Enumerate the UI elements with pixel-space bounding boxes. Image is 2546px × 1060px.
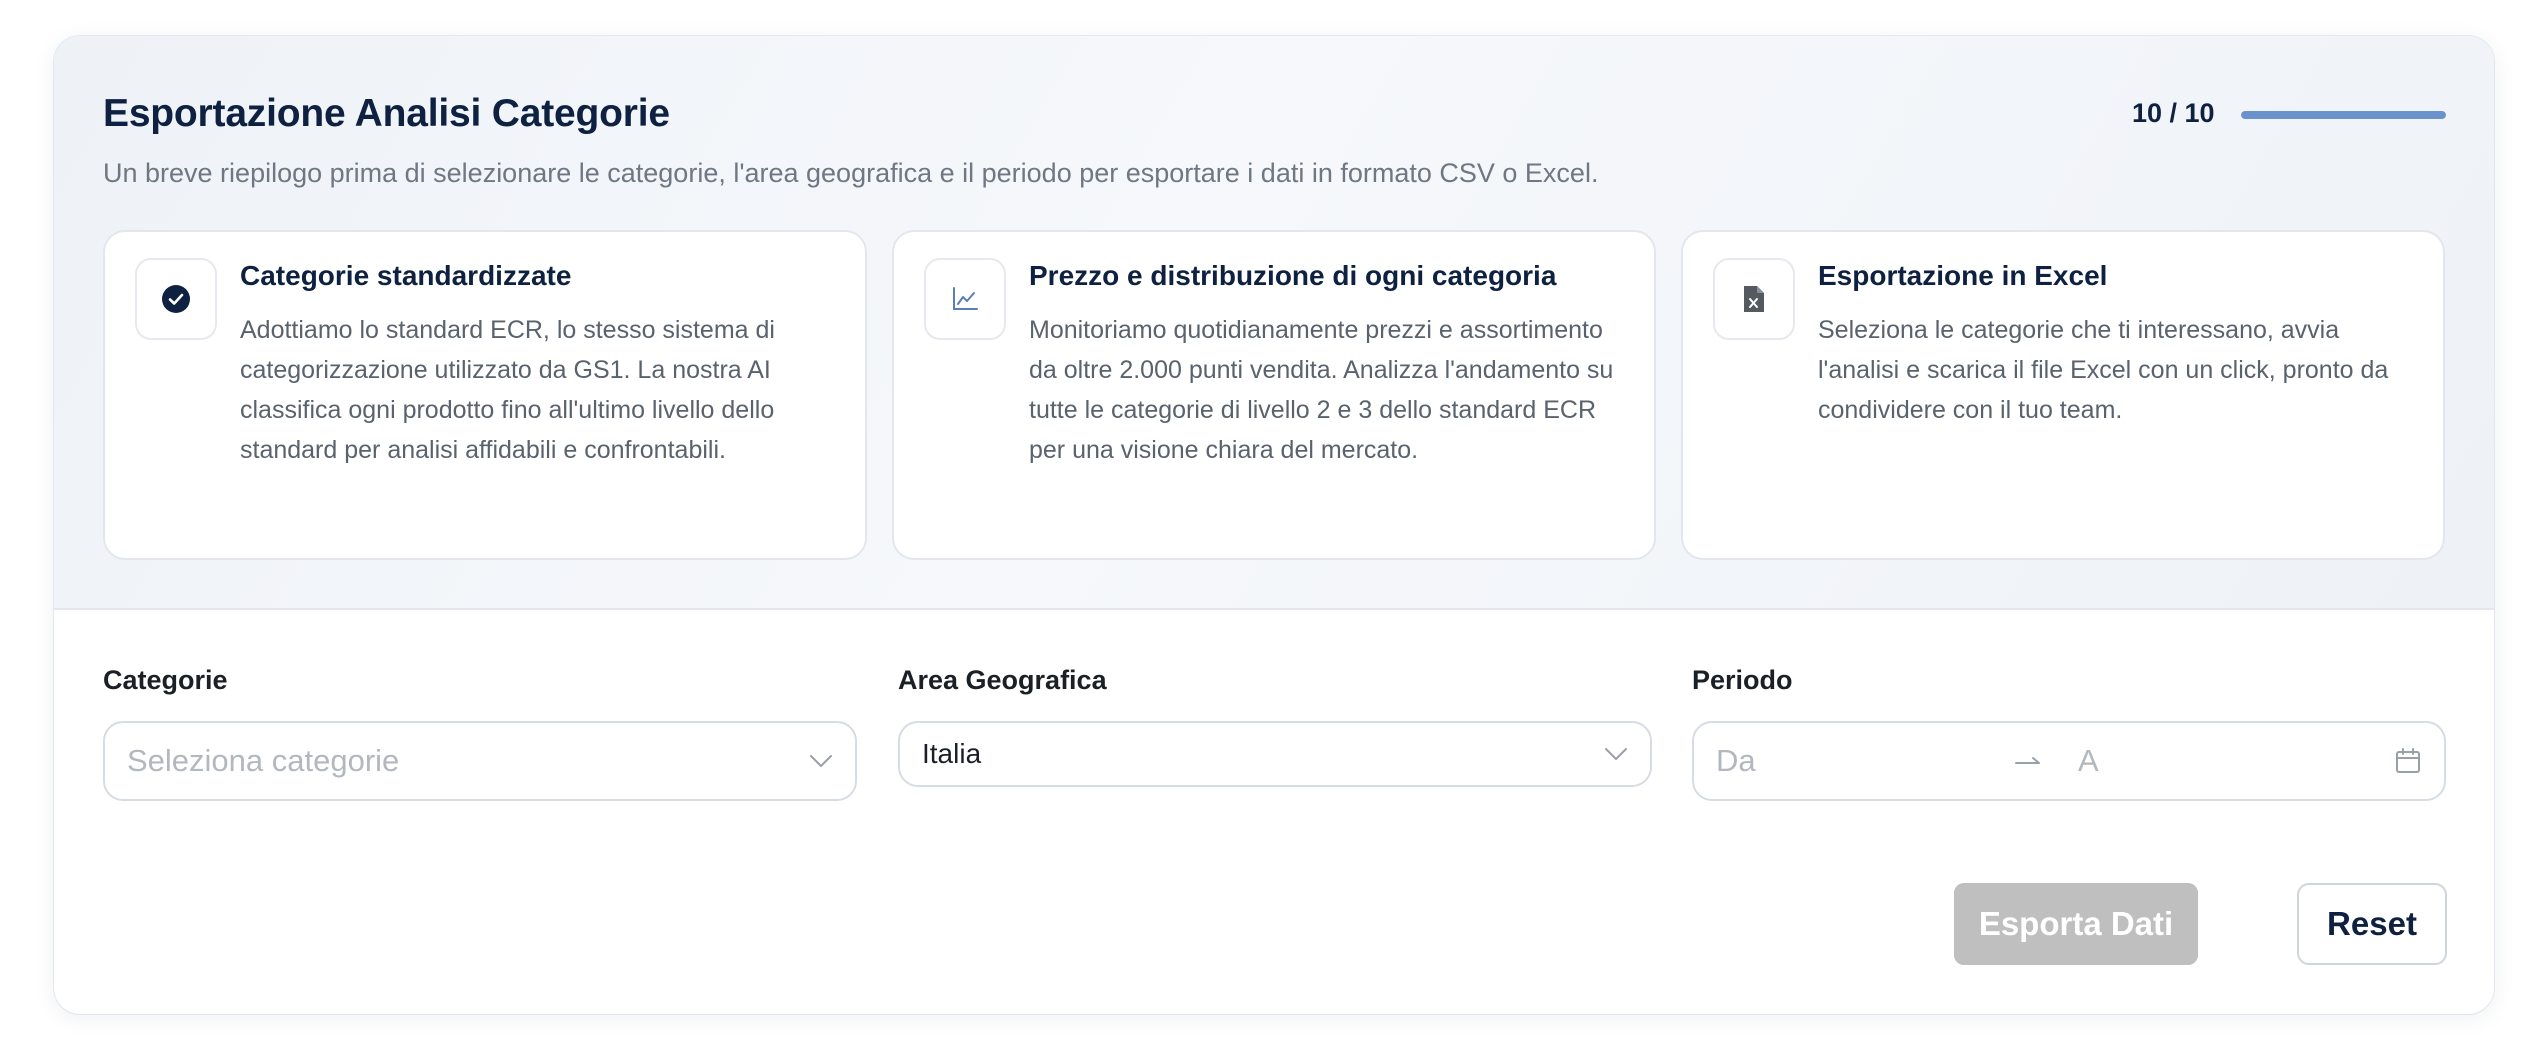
line-chart-icon [924,258,1006,340]
feature-card-excel: Esportazione in Excel Seleziona le categ… [1681,230,2445,560]
export-data-button[interactable]: Esporta Dati [1954,883,2198,965]
check-circle-icon [135,258,217,340]
feature-title: Esportazione in Excel [1818,260,2108,291]
progress-bar-fill [2241,111,2446,119]
progress-bar [2241,111,2446,119]
categories-select[interactable]: Seleziona categorie [103,721,857,801]
area-select[interactable]: Italia [898,721,1652,787]
reset-button[interactable]: Reset [2297,883,2447,965]
chevron-down-icon [810,755,832,767]
area-value: Italia [922,738,982,769]
progress-counter: 10 / 10 [2132,98,2215,128]
page-title: Esportazione Analisi Categorie [103,92,670,135]
excel-file-icon [1713,258,1795,340]
feature-card-standard: Categorie standardizzate Adottiamo lo st… [103,230,867,560]
page-subtitle: Un breve riepilogo prima di selezionare … [103,158,1599,188]
intro-section: Esportazione Analisi Categorie 10 / 10 U… [54,36,2494,610]
feature-text: Seleziona le categorie che ti interessan… [1818,316,2389,424]
feature-title: Prezzo e distribuzione di ogni categoria [1029,260,1557,291]
period-to-input[interactable]: A [2078,743,2099,779]
feature-title: Categorie standardizzate [240,260,572,291]
categories-label: Categorie [103,665,228,695]
feature-card-price: Prezzo e distribuzione di ogni categoria… [892,230,1656,560]
period-from-input[interactable]: Da [1716,743,1756,779]
period-label: Periodo [1692,665,1793,695]
calendar-icon[interactable] [2394,747,2422,775]
categories-placeholder: Seleziona categorie [127,743,400,778]
arrow-right-icon [2015,757,2040,764]
area-label: Area Geografica [898,665,1107,695]
feature-text: Adottiamo lo standard ECR, lo stesso sis… [240,316,775,464]
feature-text: Monitoriamo quotidianamente prezzi e ass… [1029,316,1614,464]
chevron-down-icon [1605,748,1627,760]
export-card: Esportazione Analisi Categorie 10 / 10 U… [54,36,2494,1014]
period-range-picker[interactable]: Da A [1692,721,2446,801]
